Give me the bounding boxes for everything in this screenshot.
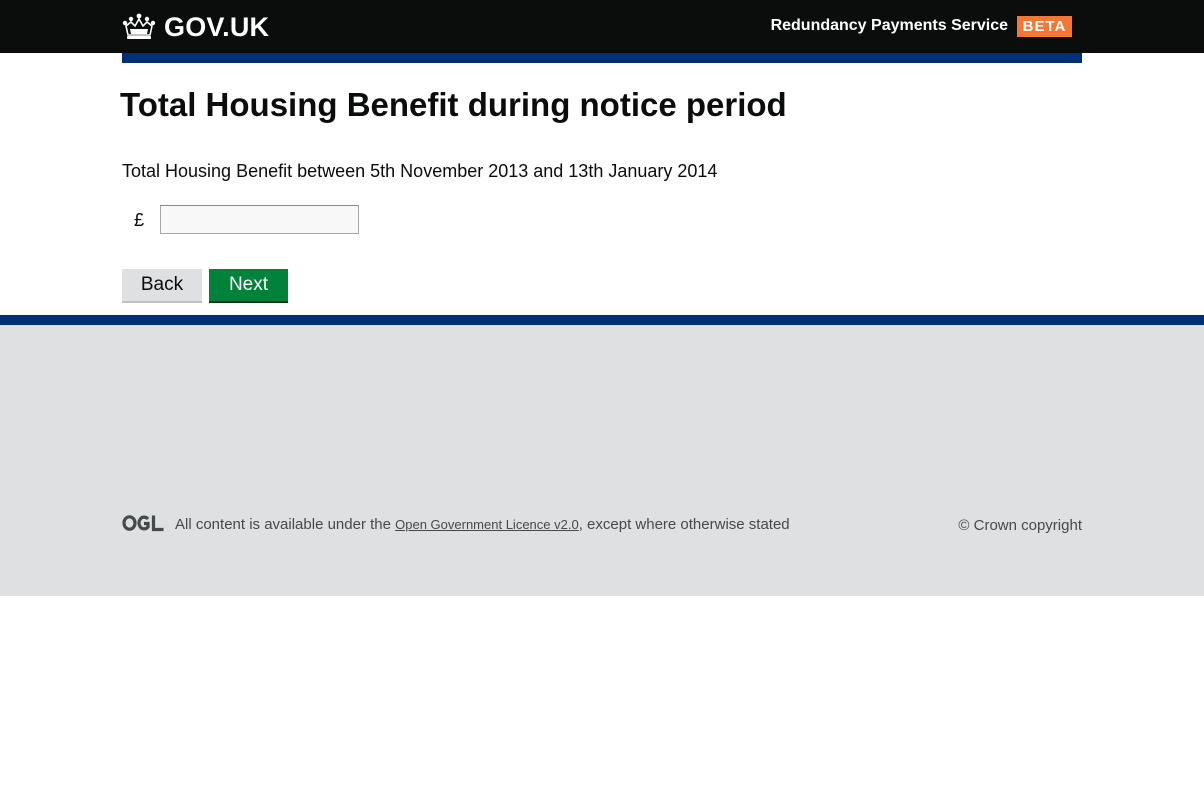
main-content: Total Housing Benefit during notice peri… xyxy=(0,63,1204,315)
licence-suffix: , except where otherwise stated xyxy=(578,516,790,533)
housing-benefit-question-label: Total Housing Benefit between 5th Novemb… xyxy=(122,161,718,181)
next-button[interactable]: Next xyxy=(209,269,288,301)
open-government-licence-link[interactable]: Open Government Licence v2.0 xyxy=(395,517,579,532)
govuk-logo-link[interactable]: GOV.UK xyxy=(122,10,269,44)
phase-tag-beta: BETA xyxy=(1017,16,1072,37)
housing-benefit-amount-input[interactable] xyxy=(160,205,359,234)
crown-copyright-link[interactable]: © Crown copyright xyxy=(958,517,1082,534)
licence-prefix: All content is available under the xyxy=(175,516,396,533)
service-name-link[interactable]: Redundancy Payments Service xyxy=(771,17,1008,35)
back-button[interactable]: Back xyxy=(122,269,202,301)
site-header: GOV.UK Redundancy Payments Service BETA xyxy=(0,0,1204,53)
page-title: Total Housing Benefit during notice peri… xyxy=(120,86,787,123)
crown-icon xyxy=(122,13,156,39)
header-blue-bar xyxy=(122,53,1082,63)
site-footer: All content is available under the Open … xyxy=(0,325,1204,596)
logo-text: GOV.UK xyxy=(164,11,270,42)
currency-symbol: £ xyxy=(134,210,145,230)
licence-statement: All content is available under the Open … xyxy=(175,516,790,533)
ogl-icon xyxy=(122,515,164,532)
footer-blue-bar xyxy=(0,315,1204,325)
